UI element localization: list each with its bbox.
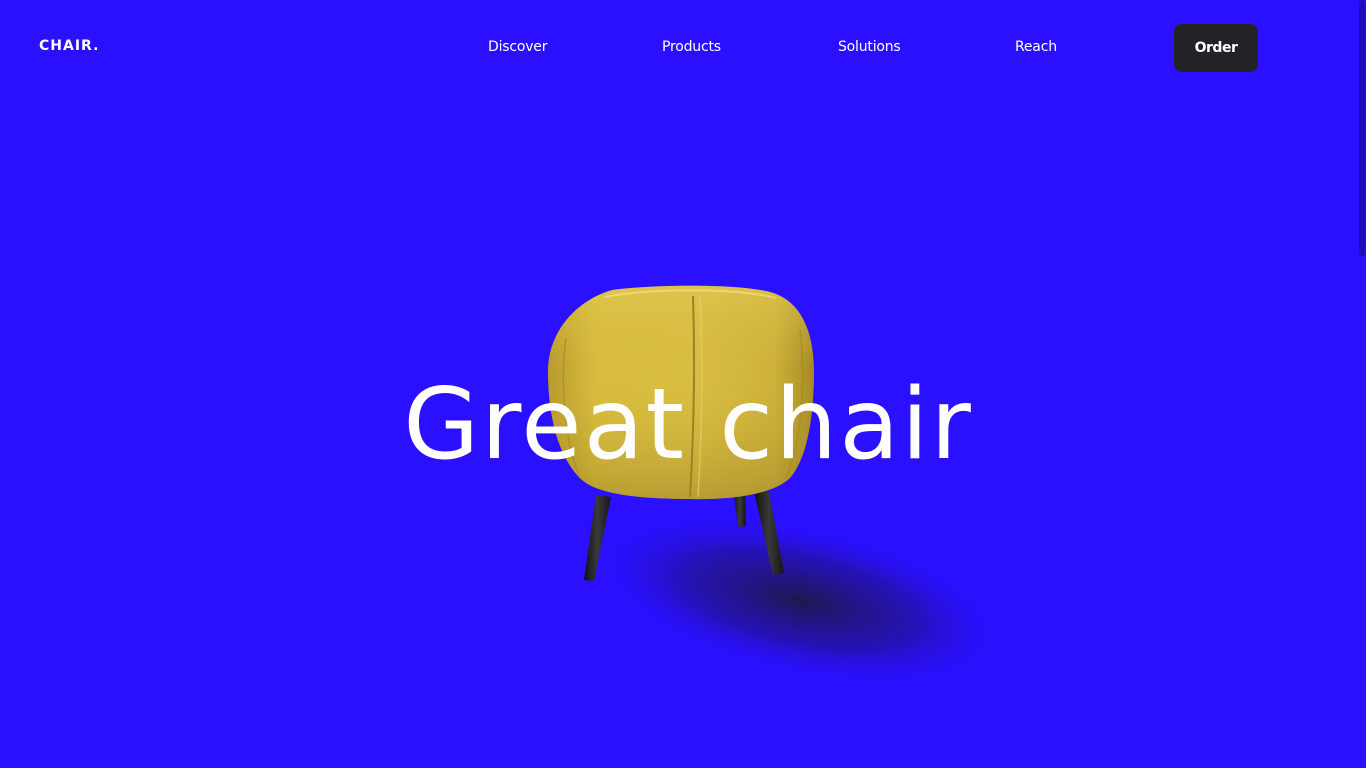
logo[interactable]: CHAIR. [39, 38, 99, 54]
nav-link-products[interactable]: Products [662, 39, 721, 55]
nav-link-reach[interactable]: Reach [1015, 39, 1057, 55]
nav-link-solutions[interactable]: Solutions [838, 39, 901, 55]
nav-link-discover[interactable]: Discover [488, 39, 547, 55]
landing-page: CHAIR. Discover Products Solutions Reach… [0, 0, 1366, 768]
order-button[interactable]: Order [1174, 24, 1258, 72]
hero-title: Great chair [403, 368, 973, 482]
scrollbar[interactable] [1358, 0, 1366, 768]
scrollbar-thumb[interactable] [1359, 0, 1365, 256]
